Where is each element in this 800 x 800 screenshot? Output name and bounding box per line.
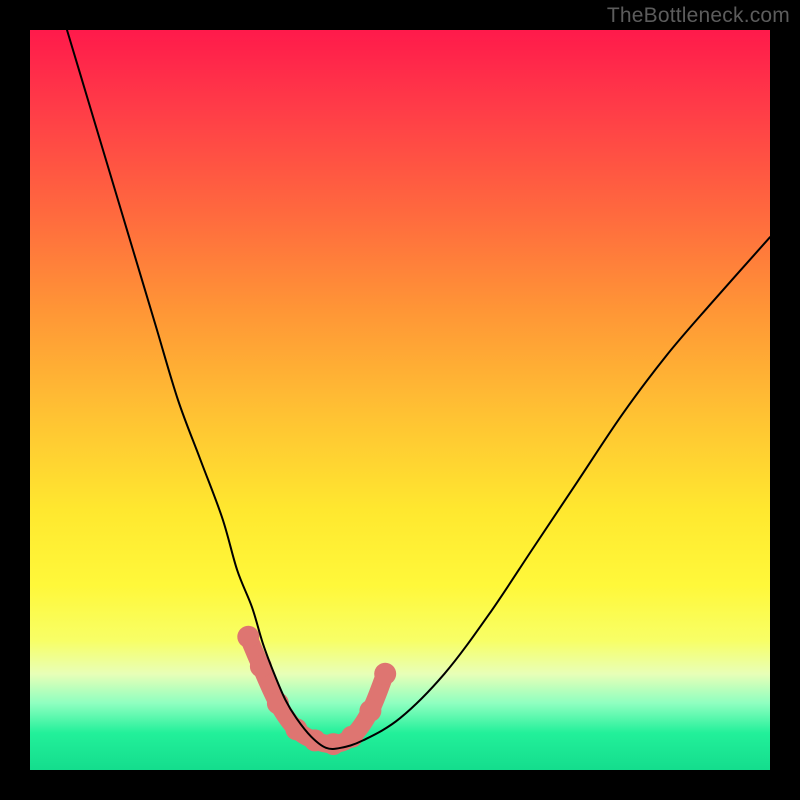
optimal-zone-point [359, 700, 381, 722]
watermark-text: TheBottleneck.com [607, 4, 790, 28]
bottleneck-curve [67, 30, 770, 749]
chart-svg [30, 30, 770, 770]
chart-frame: TheBottleneck.com [0, 0, 800, 800]
plot-area [30, 30, 770, 770]
optimal-zone-point [267, 692, 289, 714]
optimal-zone-point [237, 626, 259, 648]
optimal-zone-point [374, 663, 396, 685]
